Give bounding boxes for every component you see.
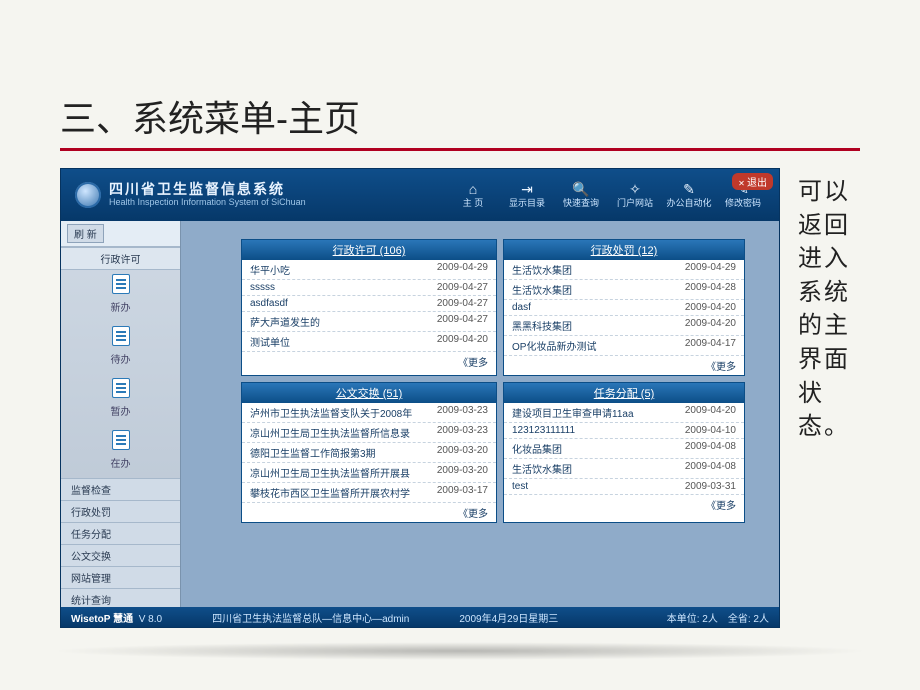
document-icon <box>112 430 130 450</box>
tool-home[interactable]: ⌂ 主 页 <box>447 182 499 209</box>
list-icon: ⇥ <box>501 182 553 196</box>
list-item[interactable]: 建设项目卫生审查申请11aa2009-04-20 <box>504 403 744 423</box>
tool-label: 快速查询 <box>563 198 599 208</box>
app-header: 退出 四川省卫生监督信息系统 Health Inspection Informa… <box>61 169 779 221</box>
list-item[interactable]: 萨大声道发生的2009-04-27 <box>242 312 496 332</box>
more-link[interactable]: 《更多 <box>242 503 496 522</box>
list-item[interactable]: dasf2009-04-20 <box>504 300 744 316</box>
sidebar-item-pending[interactable]: 待办 <box>61 322 180 374</box>
app-title-en: Health Inspection Information System of … <box>109 198 306 208</box>
list-item[interactable]: 凉山州卫生局卫生执法监督所信息录2009-03-23 <box>242 423 496 443</box>
list-item[interactable]: 生活饮水集团2009-04-08 <box>504 459 744 479</box>
document-icon <box>112 274 130 294</box>
app-screenshot: 退出 四川省卫生监督信息系统 Health Inspection Informa… <box>60 168 780 628</box>
sidebar-menu-inspect[interactable]: 监督检查 <box>61 478 180 500</box>
refresh-button[interactable]: 刷 新 <box>67 224 104 243</box>
list-item[interactable]: 攀枝花市西区卫生监督所开展农村学2009-03-17 <box>242 483 496 503</box>
tool-label: 主 页 <box>463 198 484 208</box>
home-icon: ⌂ <box>447 182 499 196</box>
panel-exchange: 公文交换 (51) 泸州市卫生执法监督支队关于2008年2009-03-23 凉… <box>241 382 497 523</box>
panel-title[interactable]: 行政许可 (106) <box>242 240 496 260</box>
sidebar-item-new[interactable]: 新办 <box>61 270 180 322</box>
oa-icon: ✎ <box>663 182 715 196</box>
more-link[interactable]: 《更多 <box>504 495 744 514</box>
list-item[interactable]: asdfasdf2009-04-27 <box>242 296 496 312</box>
sidebar-menu-stats[interactable]: 统计查询 <box>61 588 180 607</box>
panel-permit: 行政许可 (106) 华平小吃2009-04-29 sssss2009-04-2… <box>241 239 497 376</box>
slide-annotation: 可以 返回 进入 系统 的主 界面 状态。 <box>798 175 858 444</box>
sidebar-bottom-menu: 监督检查 行政处罚 任务分配 公文交换 网站管理 统计查询 监督报卡 常用工具 <box>61 478 180 607</box>
slide-frame-shadow <box>50 642 870 660</box>
list-item[interactable]: 德阳卫生监督工作简报第3期2009-03-20 <box>242 443 496 463</box>
portal-icon: ✧ <box>609 182 661 196</box>
list-item[interactable]: test2009-03-31 <box>504 479 744 495</box>
sidebar-menu-docs[interactable]: 公文交换 <box>61 544 180 566</box>
title-underline <box>60 148 860 151</box>
sidebar-item-paused[interactable]: 暂办 <box>61 374 180 426</box>
list-item[interactable]: 华平小吃2009-04-29 <box>242 260 496 280</box>
tool-oa[interactable]: ✎ 办公自动化 <box>663 182 715 209</box>
app-title-zh: 四川省卫生监督信息系统 <box>109 182 306 197</box>
more-link[interactable]: 《更多 <box>242 352 496 371</box>
list-item[interactable]: OP化妆品新办测试2009-04-17 <box>504 336 744 356</box>
list-item[interactable]: sssss2009-04-27 <box>242 280 496 296</box>
app-logo-icon <box>75 182 101 208</box>
footer-counts: 本单位: 2人 全省: 2人 <box>667 610 769 625</box>
panel-assign: 任务分配 (5) 建设项目卫生审查申请11aa2009-04-20 123123… <box>503 382 745 523</box>
exit-button[interactable]: 退出 <box>732 173 773 190</box>
sidebar-items: 新办 待办 暂办 在办 <box>61 270 180 478</box>
list-item[interactable]: 黑黑科技集团2009-04-20 <box>504 316 744 336</box>
list-item[interactable]: 泸州市卫生执法监督支队关于2008年2009-03-23 <box>242 403 496 423</box>
footer-org: 四川省卫生执法监督总队—信息中心—admin <box>212 610 409 625</box>
panel-title[interactable]: 公文交换 (51) <box>242 383 496 403</box>
footer-brand: WisetoP 慧通 V 8.0 <box>71 610 162 625</box>
sidebar-item-label: 暂办 <box>61 403 180 418</box>
list-item[interactable]: 生活饮水集团2009-04-28 <box>504 280 744 300</box>
panel-title[interactable]: 行政处罚 (12) <box>504 240 744 260</box>
app-body: 刷 新 行政许可 新办 待办 暂办 在办 监督检查 行政处罚 任务分配 公文交换… <box>61 221 779 607</box>
sidebar-menu-site[interactable]: 网站管理 <box>61 566 180 588</box>
tool-portal[interactable]: ✧ 门户网站 <box>609 182 661 209</box>
tool-search[interactable]: 🔍 快速查询 <box>555 182 607 209</box>
sidebar: 刷 新 行政许可 新办 待办 暂办 在办 监督检查 行政处罚 任务分配 公文交换… <box>61 221 181 607</box>
list-item[interactable]: 化妆品集团2009-04-08 <box>504 439 744 459</box>
tool-label: 办公自动化 <box>666 198 711 208</box>
document-icon <box>112 378 130 398</box>
main-area: 行政许可 (106) 华平小吃2009-04-29 sssss2009-04-2… <box>181 221 779 607</box>
slide-title: 三、系统菜单-主页 <box>60 90 360 142</box>
app-footer: WisetoP 慧通 V 8.0 四川省卫生执法监督总队—信息中心—admin … <box>61 607 779 627</box>
tool-label: 显示目录 <box>509 198 545 208</box>
more-link[interactable]: 《更多 <box>504 356 744 375</box>
list-item[interactable]: 凉山州卫生局卫生执法监督所开展县2009-03-20 <box>242 463 496 483</box>
sidebar-category-header[interactable]: 行政许可 <box>61 247 180 270</box>
footer-datetime: 2009年4月29日星期三 <box>459 610 558 625</box>
dashboard-grid: 行政许可 (106) 华平小吃2009-04-29 sssss2009-04-2… <box>241 239 745 523</box>
panel-title[interactable]: 任务分配 (5) <box>504 383 744 403</box>
sidebar-top: 刷 新 <box>61 221 180 247</box>
tool-label: 修改密码 <box>725 198 761 208</box>
list-item[interactable]: 测试单位2009-04-20 <box>242 332 496 352</box>
list-item[interactable]: 1231231111112009-04-10 <box>504 423 744 439</box>
sidebar-menu-assign[interactable]: 任务分配 <box>61 522 180 544</box>
toolbar: ⌂ 主 页 ⇥ 显示目录 🔍 快速查询 ✧ 门户网站 ✎ 办公自动化 ✎ 修改密码 <box>447 182 779 209</box>
sidebar-item-label: 待办 <box>61 351 180 366</box>
search-icon: 🔍 <box>555 182 607 196</box>
panel-penalty: 行政处罚 (12) 生活饮水集团2009-04-29 生活饮水集团2009-04… <box>503 239 745 376</box>
document-icon <box>112 326 130 346</box>
sidebar-menu-penalty[interactable]: 行政处罚 <box>61 500 180 522</box>
sidebar-item-label: 新办 <box>61 299 180 314</box>
sidebar-item-inprogress[interactable]: 在办 <box>61 426 180 478</box>
tool-label: 门户网站 <box>617 198 653 208</box>
sidebar-item-label: 在办 <box>61 455 180 470</box>
app-title-block: 四川省卫生监督信息系统 Health Inspection Informatio… <box>109 182 306 207</box>
tool-show-dir[interactable]: ⇥ 显示目录 <box>501 182 553 209</box>
list-item[interactable]: 生活饮水集团2009-04-29 <box>504 260 744 280</box>
